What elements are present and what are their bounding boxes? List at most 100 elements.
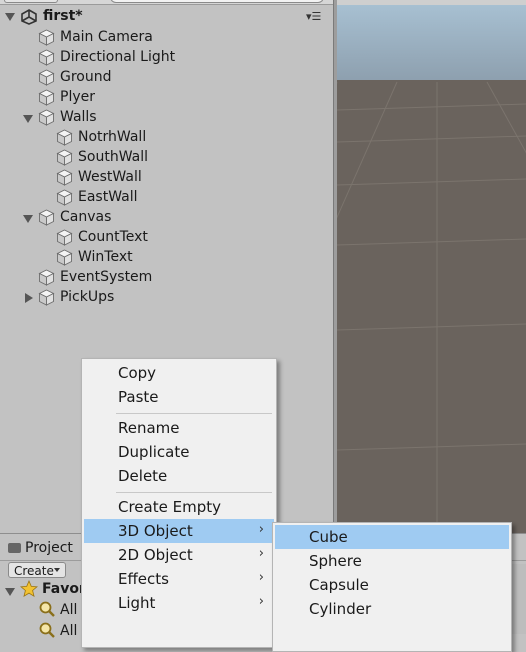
hierarchy-context-menu: Copy Paste Rename Duplicate Delete Create Emp… (81, 358, 277, 648)
scene-header-row[interactable]: first* ▾☰ (0, 6, 333, 28)
hierarchy-item-counttext[interactable]: CountText (0, 228, 333, 248)
project-create-label: Create (14, 564, 54, 578)
menu-item-delete[interactable]: Delete (84, 464, 274, 488)
menu-separator (116, 492, 272, 493)
menu-item-label: Copy (118, 364, 157, 382)
scene-options-menu-icon[interactable]: ▾☰ (306, 10, 321, 23)
menu-item-label: Delete (118, 467, 168, 485)
3d-object-submenu: Cube Sphere Capsule Cylinder (272, 522, 512, 652)
favorites-all-item[interactable]: All (60, 602, 77, 618)
menu-item-label: Light (118, 594, 156, 612)
hierarchy-toolbar (0, 0, 333, 5)
scene-grid (337, 0, 526, 533)
cube-icon (56, 189, 73, 206)
cube-icon (38, 69, 55, 86)
hierarchy-item-label: Ground (60, 69, 112, 85)
menu-item-label: Rename (118, 419, 180, 437)
menu-item-label: 2D Object (118, 546, 193, 564)
project-assets-pane (511, 564, 526, 634)
favorites-foldout-arrow-icon[interactable] (5, 588, 15, 596)
favorites-label[interactable]: Favor (42, 581, 86, 597)
hierarchy-item-plyer[interactable]: Plyer (0, 88, 333, 108)
chevron-right-icon: › (258, 546, 264, 561)
hierarchy-create-button[interactable] (4, 0, 58, 3)
cube-icon (38, 289, 55, 306)
unity-logo-icon (21, 9, 37, 25)
menu-item-effects[interactable]: Effects › (84, 567, 274, 591)
submenu-item-sphere[interactable]: Sphere (275, 549, 509, 573)
magnifier-icon (39, 622, 55, 638)
hierarchy-item-label: WestWall (78, 169, 142, 185)
hierarchy-item-label: NotrhWall (78, 129, 147, 145)
menu-item-duplicate[interactable]: Duplicate (84, 440, 274, 464)
menu-item-rename[interactable]: Rename (84, 416, 274, 440)
chevron-right-icon: › (258, 594, 264, 609)
cube-icon (38, 109, 55, 126)
submenu-item-label: Cylinder (309, 600, 372, 618)
menu-item-2d-object[interactable]: 2D Object › (84, 543, 274, 567)
cube-icon (38, 269, 55, 286)
menu-separator (116, 413, 272, 414)
hierarchy-item-wintext[interactable]: WinText (0, 248, 333, 268)
menu-item-label: Create Empty (118, 498, 221, 516)
submenu-item-label: Sphere (309, 552, 362, 570)
submenu-item-label: Cube (309, 528, 348, 546)
menu-item-label: 3D Object (118, 522, 193, 540)
menu-item-label: Effects (118, 570, 169, 588)
hierarchy-item-label: Main Camera (60, 29, 153, 45)
scene-view-viewport[interactable] (337, 0, 526, 533)
hierarchy-item-pickups[interactable]: PickUps (0, 288, 333, 308)
hierarchy-item-label: Directional Light (60, 49, 176, 65)
hierarchy-item-label: Canvas (60, 209, 112, 225)
cube-icon (38, 209, 55, 226)
foldout-arrow-icon[interactable] (23, 215, 33, 223)
hierarchy-item-canvas[interactable]: Canvas (0, 208, 333, 228)
foldout-arrow-icon[interactable] (23, 115, 33, 123)
hierarchy-item-notrhwall[interactable]: NotrhWall (0, 128, 333, 148)
tab-project-label: Project (25, 540, 73, 556)
chevron-right-icon: › (258, 570, 264, 585)
hierarchy-item-walls[interactable]: Walls (0, 108, 333, 128)
cube-icon (56, 249, 73, 266)
menu-item-label: Duplicate (118, 443, 190, 461)
scene-foldout-arrow-icon[interactable] (5, 13, 15, 21)
menu-item-3d-object[interactable]: 3D Object › (84, 519, 274, 543)
chevron-down-icon (54, 568, 60, 572)
hierarchy-item-label: Walls (60, 109, 97, 125)
hierarchy-item-label: SouthWall (78, 149, 148, 165)
cube-icon (56, 149, 73, 166)
menu-item-light[interactable]: Light › (84, 591, 274, 615)
submenu-item-capsule[interactable]: Capsule (275, 573, 509, 597)
hierarchy-item-eventsystem[interactable]: EventSystem (0, 268, 333, 288)
magnifier-icon (39, 601, 55, 617)
foldout-arrow-icon[interactable] (25, 293, 33, 303)
hierarchy-item-westwall[interactable]: WestWall (0, 168, 333, 188)
cube-icon (38, 89, 55, 106)
menu-item-paste[interactable]: Paste (84, 385, 274, 409)
hierarchy-item-label: CountText (78, 229, 148, 245)
menu-item-create-empty[interactable]: Create Empty (84, 495, 274, 519)
cube-icon (56, 129, 73, 146)
tab-project[interactable]: Project (2, 538, 73, 558)
menu-item-label: Paste (118, 388, 159, 406)
hierarchy-search-input[interactable] (110, 0, 324, 3)
scene-title: first* (43, 8, 83, 24)
favorites-all-item[interactable]: All (60, 623, 77, 639)
menu-item-copy[interactable]: Copy (84, 361, 274, 385)
hierarchy-item-ground[interactable]: Ground (0, 68, 333, 88)
project-create-button[interactable]: Create (8, 562, 66, 578)
cube-icon (38, 49, 55, 66)
scene-tab-bar (337, 0, 526, 5)
hierarchy-item-main-camera[interactable]: Main Camera (0, 28, 333, 48)
hierarchy-item-label: EventSystem (60, 269, 153, 285)
cube-icon (38, 29, 55, 46)
submenu-item-cylinder[interactable]: Cylinder (275, 597, 509, 621)
hierarchy-item-eastwall[interactable]: EastWall (0, 188, 333, 208)
cube-icon (56, 229, 73, 246)
hierarchy-item-label: WinText (78, 249, 133, 265)
hierarchy-item-directional-light[interactable]: Directional Light (0, 48, 333, 68)
hierarchy-item-label: PickUps (60, 289, 115, 305)
submenu-item-cube[interactable]: Cube (275, 525, 509, 549)
hierarchy-item-label: EastWall (78, 189, 138, 205)
hierarchy-item-southwall[interactable]: SouthWall (0, 148, 333, 168)
